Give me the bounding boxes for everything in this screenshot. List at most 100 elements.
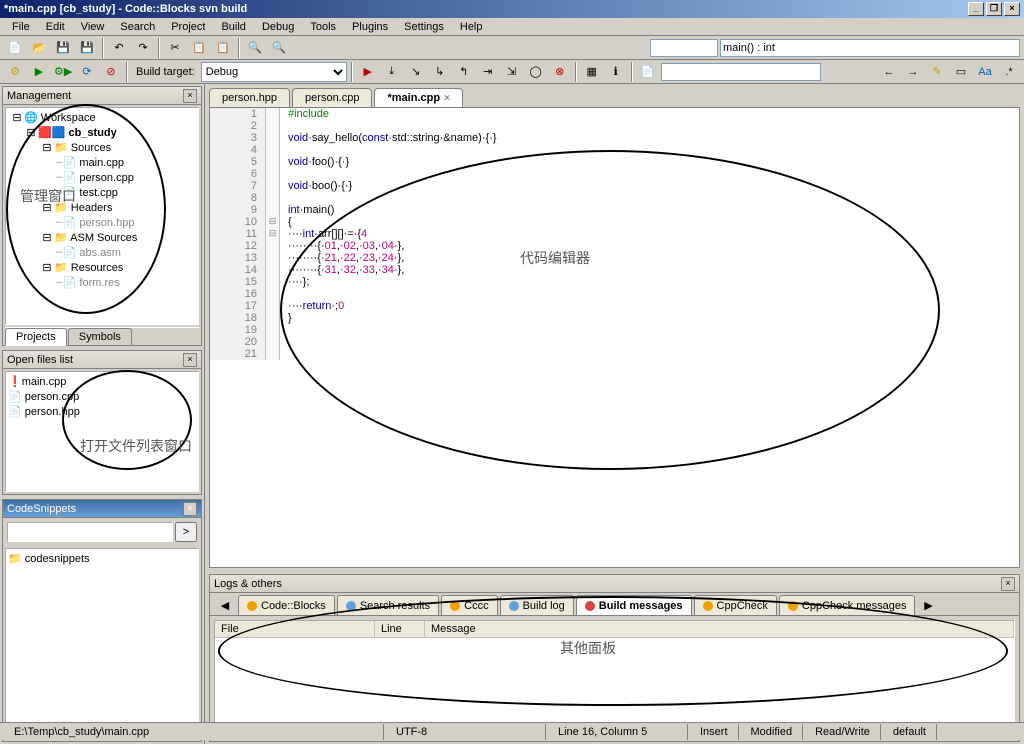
tab-cccc[interactable]: Cccc — [441, 595, 497, 615]
copy-icon[interactable]: 📋 — [188, 38, 210, 58]
window-title: *main.cpp [cb_study] - Code::Blocks svn … — [4, 3, 247, 15]
editor-tab-main-cpp[interactable]: *main.cpp× — [374, 88, 462, 107]
log-body[interactable]: File Line Message — [214, 620, 1015, 737]
tree-group-asm[interactable]: ⊟📁 ASM Sources — [8, 230, 196, 245]
debug-windows-icon[interactable]: ▦ — [581, 62, 603, 82]
rebuild-icon[interactable]: ⟳ — [76, 62, 98, 82]
restore-button[interactable]: ❐ — [986, 2, 1002, 16]
menu-build[interactable]: Build — [213, 19, 253, 35]
log-next-icon[interactable]: ▶ — [917, 595, 939, 615]
highlight-icon[interactable]: ✎ — [926, 62, 948, 82]
tree-file[interactable]: ┄📄 test.cpp — [8, 185, 196, 200]
menu-tools[interactable]: Tools — [302, 19, 344, 35]
match-case-icon[interactable]: Aa — [974, 62, 996, 82]
logs-close-icon[interactable]: × — [1001, 577, 1015, 591]
next-instr-icon[interactable]: ⇥ — [477, 62, 499, 82]
close-button[interactable]: × — [1004, 2, 1020, 16]
cut-icon[interactable]: ✂ — [164, 38, 186, 58]
tree-project[interactable]: ⊟🟥🟦 cb_study — [8, 125, 196, 140]
tree-file[interactable]: ┄📄 abs.asm — [8, 245, 196, 260]
editor-tab-person-hpp[interactable]: person.hpp — [209, 88, 290, 107]
step-out-icon[interactable]: ↰ — [453, 62, 475, 82]
tree-file[interactable]: ┄📄 person.hpp — [8, 215, 196, 230]
new-file-icon[interactable]: 📄 — [4, 38, 26, 58]
build-icon[interactable]: ⚙ — [4, 62, 26, 82]
menu-view[interactable]: View — [73, 19, 113, 35]
selection-icon[interactable]: ▭ — [950, 62, 972, 82]
tab-build-log[interactable]: Build log — [500, 595, 574, 615]
tab-codeblocks[interactable]: Code::Blocks — [238, 595, 335, 615]
code-editor[interactable]: 1#include 23void·say_hello(const·std::st… — [209, 107, 1020, 568]
snippets-go-button[interactable]: > — [175, 522, 197, 542]
next-line-icon[interactable]: ↘ — [405, 62, 427, 82]
col-line[interactable]: Line — [375, 621, 425, 637]
menu-plugins[interactable]: Plugins — [344, 19, 396, 35]
tree-file[interactable]: ┄📄 main.cpp — [8, 155, 196, 170]
list-item[interactable]: 📄 person.cpp — [8, 389, 196, 404]
tree-workspace[interactable]: ⊟🌐 Workspace — [8, 110, 196, 125]
log-prev-icon[interactable]: ◀ — [214, 595, 236, 615]
menu-debug[interactable]: Debug — [254, 19, 302, 35]
debug-continue-icon[interactable]: ▶ — [357, 62, 379, 82]
step-into-icon[interactable]: ↳ — [429, 62, 451, 82]
tab-cppcheck-messages[interactable]: CppCheck messages — [779, 595, 916, 615]
snippets-root[interactable]: 📁 codesnippets — [8, 551, 196, 566]
toggle-source-icon[interactable]: 📄 — [637, 62, 659, 82]
col-file[interactable]: File — [215, 621, 375, 637]
snippets-search[interactable] — [7, 522, 173, 542]
open-icon[interactable]: 📂 — [28, 38, 50, 58]
tree-file[interactable]: ┄📄 form.res — [8, 275, 196, 290]
tree-file[interactable]: ┄📄 person.cpp — [8, 170, 196, 185]
tab-symbols[interactable]: Symbols — [68, 328, 132, 345]
tree-group-resources[interactable]: ⊟📁 Resources — [8, 260, 196, 275]
regex-icon[interactable]: .* — [998, 62, 1020, 82]
prev-icon[interactable]: ← — [878, 62, 900, 82]
menu-search[interactable]: Search — [112, 19, 163, 35]
tab-cppcheck[interactable]: CppCheck — [694, 595, 777, 615]
project-tree[interactable]: ⊟🌐 Workspace ⊟🟥🟦 cb_study ⊟📁 Sources ┄📄 … — [5, 107, 199, 325]
tree-group-headers[interactable]: ⊟📁 Headers — [8, 200, 196, 215]
find-icon[interactable]: 🔍 — [244, 38, 266, 58]
scope-combo[interactable] — [650, 39, 718, 57]
tab-build-messages[interactable]: Build messages — [576, 595, 692, 615]
symbol-combo[interactable] — [720, 39, 1020, 57]
toolbar-1: 📄 📂 💾 💾 ↶ ↷ ✂ 📋 📋 🔍 🔍 — [0, 36, 1024, 60]
step-into-instr-icon[interactable]: ⇲ — [501, 62, 523, 82]
list-item[interactable]: 📄 person.hpp — [8, 404, 196, 419]
list-item[interactable]: ❗main.cpp — [8, 374, 196, 389]
info-icon[interactable]: ℹ — [605, 62, 627, 82]
replace-icon[interactable]: 🔍 — [268, 38, 290, 58]
menu-edit[interactable]: Edit — [38, 19, 73, 35]
redo-icon[interactable]: ↷ — [132, 38, 154, 58]
save-all-icon[interactable]: 💾 — [76, 38, 98, 58]
run-icon[interactable]: ▶ — [28, 62, 50, 82]
menu-file[interactable]: File — [4, 19, 38, 35]
stop-debug-icon[interactable]: ⊗ — [549, 62, 571, 82]
menu-settings[interactable]: Settings — [396, 19, 452, 35]
open-files-close-icon[interactable]: × — [183, 353, 197, 367]
next-icon[interactable]: → — [902, 62, 924, 82]
build-target-select[interactable]: Debug — [201, 62, 347, 82]
tab-projects[interactable]: Projects — [5, 328, 67, 346]
tree-group-sources[interactable]: ⊟📁 Sources — [8, 140, 196, 155]
paste-icon[interactable]: 📋 — [212, 38, 234, 58]
tab-close-icon[interactable]: × — [444, 93, 450, 104]
codesnippets-title: CodeSnippets — [7, 503, 76, 515]
editor-tab-person-cpp[interactable]: person.cpp — [292, 88, 372, 107]
tab-search-results[interactable]: Search results — [337, 595, 439, 615]
break-icon[interactable]: ◯ — [525, 62, 547, 82]
minimize-button[interactable]: _ — [968, 2, 984, 16]
abort-icon[interactable]: ⊘ — [100, 62, 122, 82]
search-field[interactable] — [661, 63, 821, 81]
run-to-cursor-icon[interactable]: ⤓ — [381, 62, 403, 82]
management-close-icon[interactable]: × — [183, 89, 197, 103]
management-title: Management — [7, 90, 71, 102]
undo-icon[interactable]: ↶ — [108, 38, 130, 58]
open-files-list[interactable]: ❗main.cpp 📄 person.cpp 📄 person.hpp — [5, 371, 199, 492]
save-icon[interactable]: 💾 — [52, 38, 74, 58]
codesnippets-close-icon[interactable]: × — [183, 502, 197, 516]
build-run-icon[interactable]: ⚙▶ — [52, 62, 74, 82]
col-message[interactable]: Message — [425, 621, 1014, 637]
menu-help[interactable]: Help — [452, 19, 491, 35]
menu-project[interactable]: Project — [163, 19, 213, 35]
